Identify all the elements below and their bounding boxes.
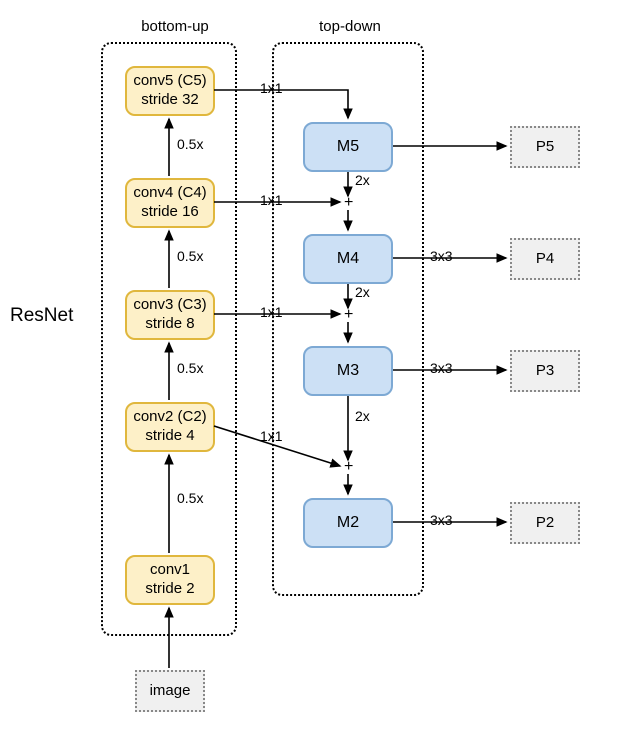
p4-label: P4 xyxy=(536,250,554,269)
p5-block: P5 xyxy=(510,126,580,168)
edge-1x1-c3: 1x1 xyxy=(260,304,283,320)
m4-label: M4 xyxy=(337,249,359,269)
header-bottom-up: bottom-up xyxy=(115,18,235,35)
conv2-line2: stride 4 xyxy=(145,427,194,446)
plus-m3: + xyxy=(344,306,353,324)
p4-block: P4 xyxy=(510,238,580,280)
p5-label: P5 xyxy=(536,138,554,157)
edge-2x-1: 2x xyxy=(355,172,370,188)
p2-label: P2 xyxy=(536,514,554,533)
edge-0-5x-1: 0.5x xyxy=(177,490,203,506)
conv4-line1: conv4 (C4) xyxy=(133,184,206,203)
conv3-line2: stride 8 xyxy=(145,315,194,334)
edge-1x1-c5: 1x1 xyxy=(260,80,283,96)
m3-label: M3 xyxy=(337,361,359,381)
m5-block: M5 xyxy=(303,122,393,172)
p3-label: P3 xyxy=(536,362,554,381)
edge-0-5x-4: 0.5x xyxy=(177,136,203,152)
conv1-block: conv1 stride 2 xyxy=(125,555,215,605)
conv3-line1: conv3 (C3) xyxy=(133,296,206,315)
conv1-line2: stride 2 xyxy=(145,580,194,599)
conv4-block: conv4 (C4) stride 16 xyxy=(125,178,215,228)
resnet-label: ResNet xyxy=(10,305,73,327)
edge-1x1-c4: 1x1 xyxy=(260,192,283,208)
p3-block: P3 xyxy=(510,350,580,392)
edge-0-5x-2: 0.5x xyxy=(177,360,203,376)
conv1-line1: conv1 xyxy=(150,561,190,580)
m2-block: M2 xyxy=(303,498,393,548)
conv5-block: conv5 (C5) stride 32 xyxy=(125,66,215,116)
m3-block: M3 xyxy=(303,346,393,396)
image-input: image xyxy=(135,670,205,712)
header-top-down: top-down xyxy=(290,18,410,35)
edge-2x-3: 2x xyxy=(355,408,370,424)
edge-3x3-p2: 3x3 xyxy=(430,512,453,528)
m2-label: M2 xyxy=(337,513,359,533)
conv2-block: conv2 (C2) stride 4 xyxy=(125,402,215,452)
conv4-line2: stride 16 xyxy=(141,203,199,222)
p2-block: P2 xyxy=(510,502,580,544)
conv5-line1: conv5 (C5) xyxy=(133,72,206,91)
edge-1x1-c2: 1x1 xyxy=(260,428,283,444)
plus-m2: + xyxy=(344,458,353,476)
image-label: image xyxy=(150,682,191,701)
conv3-block: conv3 (C3) stride 8 xyxy=(125,290,215,340)
plus-m4: + xyxy=(344,194,353,212)
edge-3x3-p3: 3x3 xyxy=(430,360,453,376)
conv2-line1: conv2 (C2) xyxy=(133,408,206,427)
conv5-line2: stride 32 xyxy=(141,91,199,110)
edge-0-5x-3: 0.5x xyxy=(177,248,203,264)
edge-3x3-p4: 3x3 xyxy=(430,248,453,264)
m5-label: M5 xyxy=(337,137,359,157)
edge-2x-2: 2x xyxy=(355,284,370,300)
m4-block: M4 xyxy=(303,234,393,284)
